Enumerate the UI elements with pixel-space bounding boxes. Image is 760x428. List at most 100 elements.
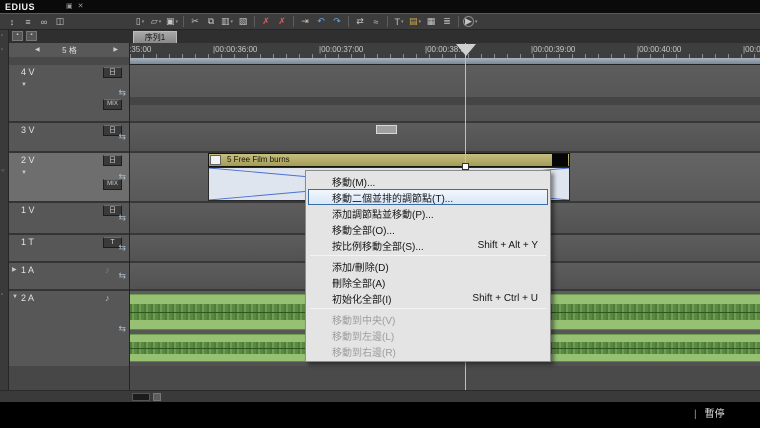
collapse-icon[interactable]: ▶ xyxy=(12,266,17,273)
track-height-icon[interactable]: ↕ xyxy=(5,15,19,29)
playhead-handle[interactable] xyxy=(456,44,476,56)
audio-mixer-icon[interactable]: ≣ xyxy=(440,15,454,29)
menu-shortcut: Shift + Alt + Y xyxy=(466,240,538,251)
expand-icon[interactable]: ▼ xyxy=(21,170,27,176)
toolbar-separator xyxy=(293,16,294,27)
panel-empty-area xyxy=(9,366,130,390)
save-project-icon[interactable]: ▣▾ xyxy=(165,15,179,29)
trim-mode-icon[interactable]: ▦ xyxy=(424,15,438,29)
ruler-tick: |00:00:35:00 xyxy=(130,45,151,54)
timecode-ruler[interactable]: |00:00:35:00 |00:00:36:00 |00:00:37:00 |… xyxy=(130,43,760,58)
window-grid-icon[interactable]: ▣ xyxy=(66,2,73,11)
delete-icon[interactable]: ✗ xyxy=(259,15,273,29)
status-label: 暫停 xyxy=(705,409,725,420)
copy-icon[interactable]: ⧉ xyxy=(204,15,218,29)
clip-fragment-3v[interactable] xyxy=(376,125,397,134)
track-header-1a[interactable]: ▶ 1 A ♪ ⇆ xyxy=(9,263,130,289)
next-arrow-icon[interactable]: ▶ xyxy=(113,46,118,53)
track-indicator-icon: ▫ xyxy=(1,33,3,39)
track-size-header: ◀ 5 格 ▶ xyxy=(9,43,130,57)
track-header-2v[interactable]: 2 V ▼ 日 MIX ⇆ xyxy=(9,153,130,201)
rubber-band-control-point[interactable] xyxy=(462,163,469,170)
ripple-delete-icon[interactable]: ✗ xyxy=(275,15,289,29)
add-source-icon[interactable]: ▱▾ xyxy=(149,15,163,29)
undo-icon[interactable]: ↶ xyxy=(314,15,328,29)
lane-3v xyxy=(130,123,760,151)
track-header-3v[interactable]: 3 V 日 ⇆ xyxy=(9,123,130,151)
track-indicator-strip: ▫ ▫ ○ ▫ xyxy=(0,30,9,390)
menu-item-move-all[interactable]: 移動全部(O)... xyxy=(308,221,548,237)
paste-icon[interactable]: ▥▾ xyxy=(220,15,234,29)
lane-4v xyxy=(130,65,760,121)
menu-separator xyxy=(310,308,546,309)
waveform-display-icon[interactable]: ≈ xyxy=(369,15,383,29)
in-out-marker-bar[interactable] xyxy=(130,58,760,65)
expand-icon[interactable]: ▼ xyxy=(21,82,27,88)
menu-item-move-to-left: 移動到左邊(L) xyxy=(308,327,548,343)
new-clip-icon[interactable]: ▯▾ xyxy=(133,15,147,29)
dropdown-icon: ▾ xyxy=(475,19,478,25)
sync-icon[interactable]: ⇆ xyxy=(118,88,126,99)
redo-icon[interactable]: ↷ xyxy=(330,15,344,29)
replace-clip-icon[interactable]: ▧ xyxy=(236,15,250,29)
lane-4v-mixer-strip xyxy=(130,97,760,105)
video-channel-badge[interactable]: 日 xyxy=(103,155,122,166)
menu-item-delete-all[interactable]: 刪除全部(A) xyxy=(308,274,548,290)
sync-icon[interactable]: ⇆ xyxy=(118,243,126,254)
menu-item-move-two-adjacent-points[interactable]: 移動二個並排的調節點(T)... xyxy=(308,189,548,205)
timeline-view-icon[interactable]: ▤▾ xyxy=(408,15,422,29)
tab-sequence-1[interactable]: 序列1 xyxy=(133,31,177,43)
menu-item-initialize-all[interactable]: 初始化全部(I)Shift + Ctrl + U xyxy=(308,290,548,306)
dropdown-icon: ▾ xyxy=(142,19,145,25)
set-in-point-icon[interactable]: ⇥ xyxy=(298,15,312,29)
menu-item-move-all-proportional[interactable]: 按比例移動全部(S)...Shift + Alt + Y xyxy=(308,237,548,253)
panel-button-2[interactable]: ▪ xyxy=(26,31,37,41)
toolbar-separator xyxy=(254,16,255,27)
clip-end-block xyxy=(552,154,568,166)
toolbar-separator xyxy=(458,16,459,27)
menu-item-add-delete[interactable]: 添加/刪除(D) xyxy=(308,258,548,274)
sync-icon[interactable]: ⇆ xyxy=(118,172,126,183)
menu-item-move[interactable]: 移動(M)... xyxy=(308,173,548,189)
track-header-1v[interactable]: 1 V 日 ⇆ xyxy=(9,203,130,233)
ruler-tick: |00:00:41:00 xyxy=(743,45,760,54)
sync-icon[interactable]: ⇆ xyxy=(118,132,126,143)
window-close-icon[interactable]: ✕ xyxy=(78,2,84,11)
track-header-1t[interactable]: 1 T T ⇆ xyxy=(9,235,130,261)
menu-item-add-point-and-move[interactable]: 添加調節點並移動(P)... xyxy=(308,205,548,221)
menu-shortcut: Shift + Ctrl + U xyxy=(460,293,538,304)
horizontal-scrollbar[interactable] xyxy=(0,390,760,402)
export-icon[interactable]: ▶▾ xyxy=(463,15,478,29)
video-channel-badge[interactable]: 日 xyxy=(103,67,122,78)
sync-icon[interactable]: ⇆ xyxy=(118,323,126,334)
scrollbar-handle[interactable] xyxy=(153,393,161,401)
speaker-muted-icon[interactable]: ♪ xyxy=(105,265,110,275)
cut-icon[interactable]: ✂ xyxy=(188,15,202,29)
title-bar: EDIUS ▣ ✕ xyxy=(0,0,760,13)
sync-icon[interactable]: ⇆ xyxy=(118,271,126,282)
edius-window: EDIUS ▣ ✕ ↕ ≡ ∞ ◫ ▯▾ ▱▾ ▣▾ ✂ ⧉ ▥▾ ▧ ✗ ✗ … xyxy=(0,0,760,428)
title-tool-icon[interactable]: T▾ xyxy=(392,15,406,29)
menu-item-move-to-center: 移動到中央(V) xyxy=(308,311,548,327)
track-indicator-icon: ▫ xyxy=(1,292,3,298)
match-frame-icon[interactable]: ⇄ xyxy=(353,15,367,29)
dropdown-icon: ▾ xyxy=(159,19,162,25)
track-size-label: 5 格 xyxy=(9,45,130,56)
dropdown-icon: ▾ xyxy=(401,19,404,25)
sync-mode-icon[interactable]: ∞ xyxy=(37,15,51,29)
speaker-icon[interactable]: ♪ xyxy=(105,293,110,303)
status-bar: |暫停 xyxy=(0,402,760,428)
ripple-mode-icon[interactable]: ◫ xyxy=(53,15,67,29)
expand-icon[interactable]: ▼ xyxy=(12,294,18,300)
mixer-badge[interactable]: MIX xyxy=(103,99,122,110)
ruler-tick: |00:00:37:00 xyxy=(319,45,363,54)
track-header-4v[interactable]: 4 V ▼ 日 MIX ⇆ xyxy=(9,65,130,121)
menu-separator xyxy=(310,255,546,256)
track-header-2a[interactable]: ▼ 2 A ♪ ⇆ xyxy=(9,291,130,366)
scrollbar-thumb[interactable] xyxy=(132,393,150,401)
sync-point-icon: ○ xyxy=(1,168,5,174)
sync-icon[interactable]: ⇆ xyxy=(118,213,126,224)
video-clip-2v[interactable]: 5 Free Film burns xyxy=(208,153,570,167)
panel-button-1[interactable]: ▪ xyxy=(12,31,23,41)
track-list-icon[interactable]: ≡ xyxy=(21,15,35,29)
